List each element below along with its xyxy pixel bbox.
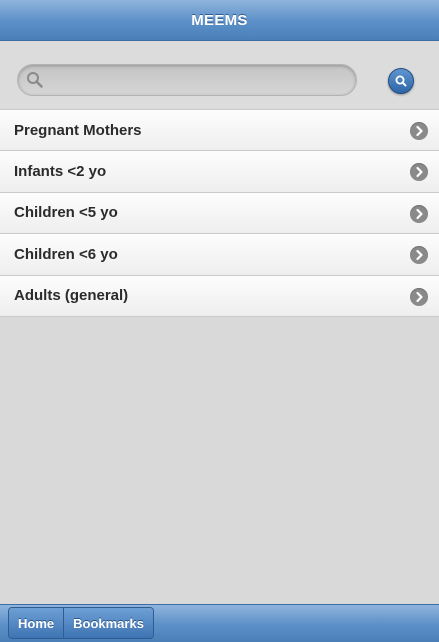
chevron-right-icon: [410, 246, 428, 265]
search-icon: [26, 71, 44, 89]
magnifier-button-icon: [395, 75, 407, 87]
list-item-pregnant-mothers[interactable]: Pregnant Mothers: [0, 110, 439, 152]
list-item-infants[interactable]: Infants <2 yo: [0, 151, 439, 193]
search-button[interactable]: [388, 68, 414, 94]
chevron-right-icon: [410, 163, 428, 182]
search-bar: [0, 41, 439, 109]
list-item-label: Adults (general): [14, 287, 129, 305]
category-list: Pregnant Mothers Infants <2 yo Children …: [0, 109, 439, 317]
tab-bookmarks[interactable]: Bookmarks: [63, 608, 153, 638]
footer-navbar: Home Bookmarks: [0, 604, 439, 642]
list-item-label: Infants <2 yo: [14, 163, 107, 181]
footer-tab-group: Home Bookmarks: [8, 607, 154, 639]
list-item-label: Children <6 yo: [14, 245, 118, 263]
search-input[interactable]: [50, 65, 350, 95]
chevron-right-icon: [410, 122, 428, 140]
app-header: MEEMS: [0, 0, 439, 41]
page-title: MEEMS: [191, 11, 248, 29]
chevron-right-icon: [410, 204, 428, 223]
chevron-right-icon: [410, 287, 428, 306]
search-field[interactable]: [17, 64, 357, 96]
list-item-label: Children <5 yo: [14, 204, 118, 222]
list-item-children-under-5[interactable]: Children <5 yo: [0, 192, 439, 235]
list-item-children-under-6[interactable]: Children <6 yo: [0, 234, 439, 276]
list-item-label: Pregnant Mothers: [14, 121, 142, 139]
list-item-adults[interactable]: Adults (general): [0, 275, 439, 317]
tab-home[interactable]: Home: [9, 608, 64, 638]
